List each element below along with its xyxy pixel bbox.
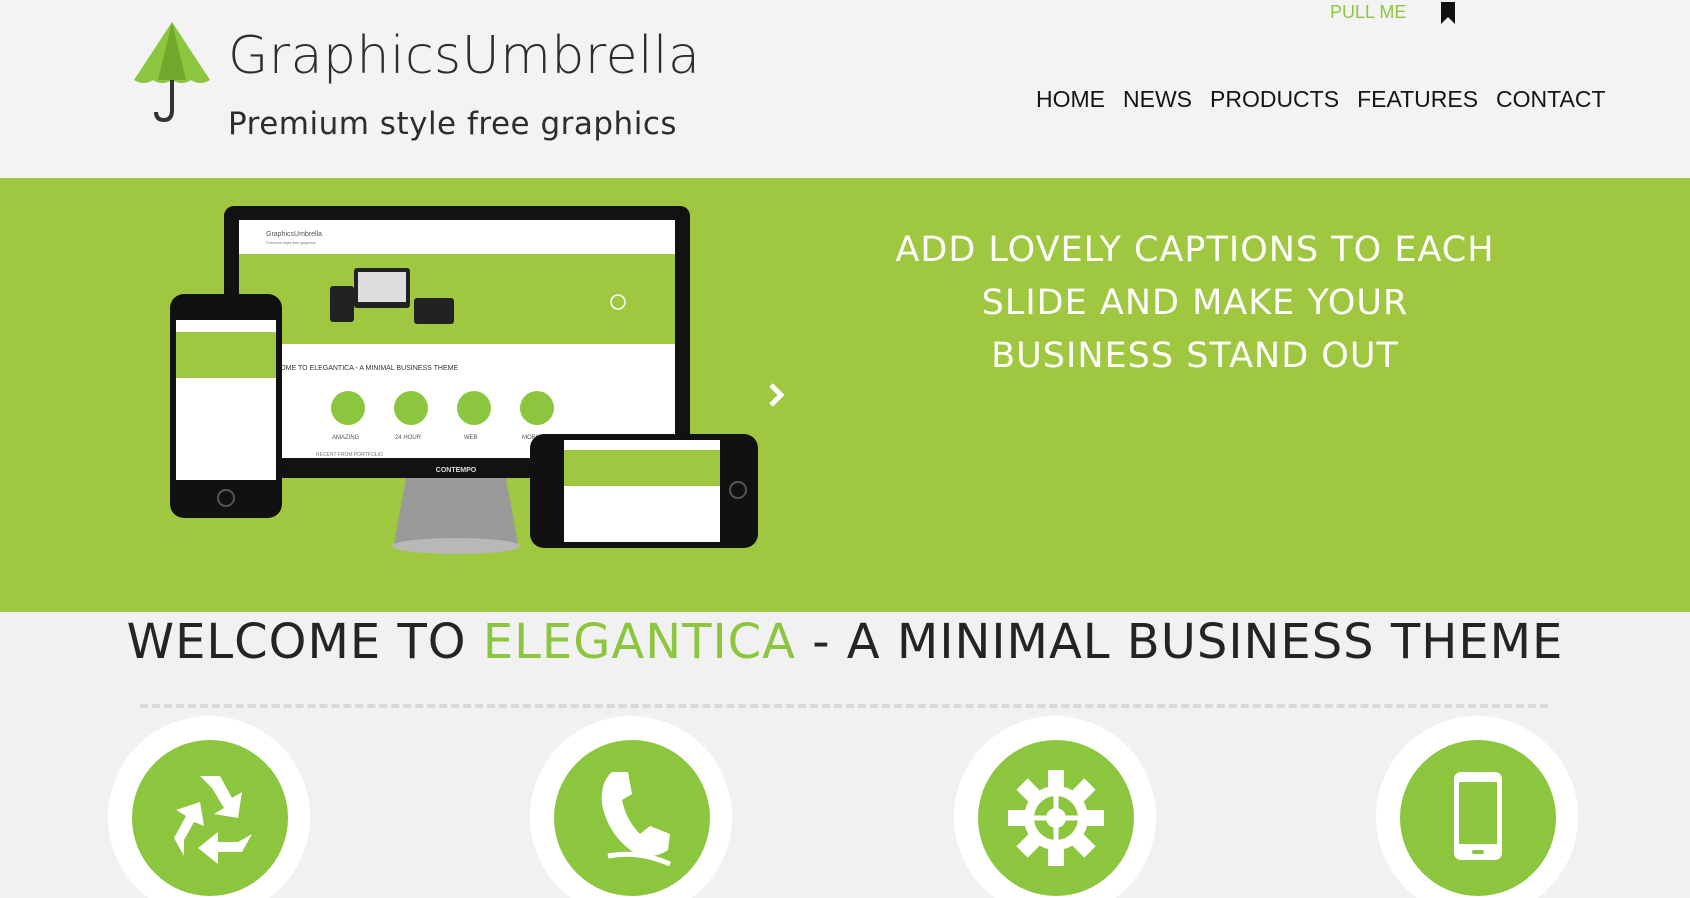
responsive-devices-image: GraphicsUmbrella Premium style free grap… — [170, 206, 758, 554]
feature-mobile[interactable] — [1376, 716, 1578, 898]
feature-web[interactable] — [954, 716, 1156, 898]
feature-recycle-circle — [132, 740, 288, 896]
screen-welcome: WELCOME TO ELEGANTICA - A MINIMAL BUSINE… — [260, 365, 458, 372]
dashed-divider — [140, 704, 1548, 708]
welcome-suffix: - A MINIMAL BUSINESS THEME — [795, 614, 1564, 670]
welcome-accent: ELEGANTICA — [482, 614, 796, 670]
welcome-heading: WELCOME TO ELEGANTICA - A MINIMAL BUSINE… — [0, 612, 1690, 672]
slide-next-chevron-icon[interactable] — [766, 382, 786, 408]
screen-feature-1: AMAZING — [332, 435, 360, 441]
pull-me-link[interactable]: PULL ME — [1330, 2, 1406, 23]
site-header: GraphicsUmbrella Premium style free grap… — [0, 0, 1690, 178]
umbrella-logo-icon[interactable] — [134, 22, 210, 122]
feature-mobile-circle — [1400, 740, 1556, 896]
welcome-prefix: WELCOME TO — [126, 614, 483, 670]
brand-tagline: Premium style free graphics — [228, 106, 678, 142]
nav-contact[interactable]: CONTACT — [1496, 86, 1605, 113]
screen-recent: RECENT FROM PORTFOLIO — [316, 452, 383, 458]
bookmark-icon[interactable] — [1440, 2, 1456, 24]
hero-slider: GraphicsUmbrella Premium style free grap… — [0, 178, 1690, 612]
brand-title[interactable]: GraphicsUmbrella — [228, 26, 700, 86]
feature-support-circle — [554, 740, 710, 896]
nav-features[interactable]: FEATURES — [1357, 86, 1478, 113]
screen-brand: GraphicsUmbrella — [266, 231, 322, 238]
feature-web-circle — [978, 740, 1134, 896]
nav-home[interactable]: HOME — [1036, 86, 1105, 113]
recycle-icon — [174, 776, 252, 864]
monitor-label: CONTEMPO — [436, 467, 477, 474]
feature-recycle[interactable] — [108, 716, 310, 898]
screen-feature-2: 24 HOUR — [395, 435, 422, 441]
feature-support[interactable] — [530, 716, 732, 898]
screen-tagline: Premium style free graphics — [266, 240, 316, 245]
nav-products[interactable]: PRODUCTS — [1210, 86, 1339, 113]
gear-icon — [1008, 770, 1104, 866]
phone-icon — [601, 772, 672, 867]
screen-feature-3: WEB — [464, 435, 478, 441]
slide-caption: ADD LOVELY CAPTIONS TO EACH SLIDE AND MA… — [895, 230, 1495, 376]
main-nav: HOME NEWS PRODUCTS FEATURES CONTACT — [1036, 86, 1624, 113]
mobile-icon — [1454, 772, 1502, 860]
nav-news[interactable]: NEWS — [1123, 86, 1192, 113]
